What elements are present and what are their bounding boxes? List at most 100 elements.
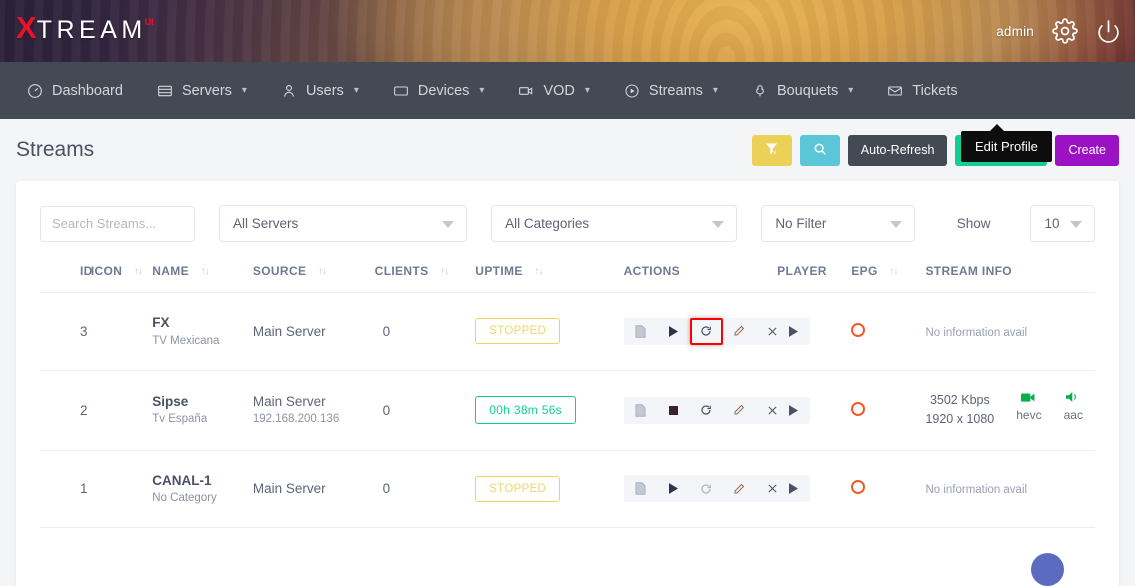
col-header-id[interactable]: ID ↑↓ — [40, 242, 91, 293]
categories-select-value: All Categories — [505, 216, 589, 231]
epg-status-icon[interactable] — [851, 480, 865, 494]
page-title: Streams — [16, 138, 94, 162]
nav-item-dashboard[interactable]: Dashboard — [10, 62, 140, 119]
envelope-icon — [887, 83, 903, 99]
file-icon[interactable] — [624, 318, 657, 345]
cell-clients: 0 — [375, 370, 476, 450]
table-header-row: ID ↑↓ ICON ↑↓ NAME ↑↓ SOURCE ↑↓ CLIENTS — [40, 242, 1095, 293]
pencil-icon[interactable] — [723, 475, 756, 502]
streams-table: ID ↑↓ ICON ↑↓ NAME ↑↓ SOURCE ↑↓ CLIENTS — [40, 242, 1095, 528]
col-header-stream-info: STREAM INFO — [925, 242, 1095, 293]
create-button[interactable]: Create — [1055, 135, 1119, 166]
col-label: EPG — [851, 264, 877, 278]
cell-icon — [91, 450, 152, 528]
nav-item-tickets[interactable]: Tickets — [870, 62, 974, 119]
cell-player — [777, 370, 851, 450]
cell-name: Sipse Tv España — [152, 370, 253, 450]
search-input[interactable] — [40, 206, 195, 242]
nav-item-servers[interactable]: Servers ▾ — [140, 62, 264, 119]
gear-icon[interactable] — [1052, 18, 1078, 44]
table-row: 1 CANAL-1 No Category Main Server 0 STOP… — [40, 450, 1095, 528]
col-header-epg[interactable]: EPG ↑↓ — [851, 242, 925, 293]
auto-refresh-button[interactable]: Auto-Refresh — [848, 135, 948, 166]
nav-item-vod[interactable]: VOD ▾ — [501, 62, 606, 119]
refresh-icon[interactable] — [690, 318, 723, 345]
pencil-icon[interactable] — [723, 318, 756, 345]
page-size-select[interactable]: 10 — [1030, 205, 1095, 242]
chevron-down-icon — [712, 221, 724, 228]
audio-codec-info: aac — [1064, 391, 1083, 422]
cell-player — [777, 293, 851, 371]
col-label: NAME — [152, 264, 189, 278]
sort-icon[interactable]: ↑↓ — [889, 266, 897, 277]
nav-item-devices[interactable]: Devices ▾ — [376, 62, 502, 119]
video-icon — [518, 83, 534, 99]
col-label: STREAM INFO — [925, 264, 1012, 278]
source-name: Main Server — [253, 479, 375, 499]
video-camera-icon — [1021, 391, 1036, 406]
col-header-source[interactable]: SOURCE ↑↓ — [253, 242, 375, 293]
col-label: UPTIME — [475, 264, 522, 278]
resolution-value: 1920 x 1080 — [925, 410, 994, 429]
chevron-down-icon: ▾ — [354, 85, 359, 96]
search-icon — [813, 142, 827, 159]
edit-profile-tooltip: Edit Profile — [961, 131, 1052, 162]
page-size-value: 10 — [1044, 216, 1059, 231]
filter-remove-icon: x — [764, 141, 779, 159]
table-row: 3 FX TV Mexicana Main Server 0 STOPPED — [40, 293, 1095, 371]
cell-id: 2 — [40, 370, 91, 450]
col-header-clients[interactable]: CLIENTS ↑↓ — [375, 242, 476, 293]
device-icon — [393, 83, 409, 99]
col-header-uptime[interactable]: UPTIME ↑↓ — [475, 242, 623, 293]
nav-item-bouquets[interactable]: Bouquets ▾ — [735, 62, 870, 119]
cell-actions — [624, 293, 778, 371]
pencil-icon[interactable] — [723, 397, 756, 424]
col-label: SOURCE — [253, 264, 306, 278]
file-icon[interactable] — [624, 397, 657, 424]
nav-item-users[interactable]: Users ▾ — [264, 62, 376, 119]
play-icon[interactable] — [657, 475, 690, 502]
play-icon[interactable] — [657, 318, 690, 345]
cell-uptime: 00h 38m 56s — [475, 370, 623, 450]
sort-icon[interactable]: ↑↓ — [440, 266, 448, 277]
logo-x-letter: X — [16, 12, 37, 43]
player-play-button[interactable] — [777, 318, 810, 345]
sort-icon[interactable]: ↑↓ — [534, 266, 542, 277]
sort-icon[interactable]: ↑↓ — [134, 266, 142, 277]
scroll-top-button[interactable] — [1031, 553, 1064, 586]
epg-status-icon[interactable] — [851, 323, 865, 337]
col-label: ACTIONS — [624, 264, 680, 278]
chevron-down-icon: ▾ — [585, 85, 590, 96]
stop-icon[interactable] — [657, 397, 690, 424]
source-name: Main Server — [253, 392, 375, 412]
col-header-name[interactable]: NAME ↑↓ — [152, 242, 253, 293]
cell-clients: 0 — [375, 293, 476, 371]
player-play-button[interactable] — [777, 397, 810, 424]
file-icon[interactable] — [624, 475, 657, 502]
player-play-button[interactable] — [777, 475, 810, 502]
col-header-icon[interactable]: ICON ↑↓ — [91, 242, 152, 293]
col-label: ICON — [91, 264, 122, 278]
clients-count: 0 — [383, 481, 391, 496]
filter-select[interactable]: No Filter — [761, 205, 914, 242]
nav-item-streams[interactable]: Streams ▾ — [607, 62, 735, 119]
sort-icon[interactable]: ↑↓ — [201, 266, 209, 277]
stream-icon — [624, 83, 640, 99]
logo-superscript: UI — [145, 17, 154, 27]
clear-filter-button[interactable]: x — [752, 135, 792, 166]
cell-uptime: STOPPED — [475, 293, 623, 371]
epg-status-icon[interactable] — [851, 402, 865, 416]
table-body: 3 FX TV Mexicana Main Server 0 STOPPED — [40, 293, 1095, 528]
servers-select[interactable]: All Servers — [219, 205, 467, 242]
speaker-icon — [1066, 391, 1080, 406]
refresh-icon[interactable] — [690, 475, 723, 502]
table-head: ID ↑↓ ICON ↑↓ NAME ↑↓ SOURCE ↑↓ CLIENTS — [40, 242, 1095, 293]
power-icon[interactable] — [1096, 19, 1121, 44]
categories-select[interactable]: All Categories — [491, 205, 737, 242]
search-button[interactable] — [800, 135, 840, 166]
filter-select-value: No Filter — [775, 216, 826, 231]
refresh-icon[interactable] — [690, 397, 723, 424]
sort-icon[interactable]: ↑↓ — [318, 266, 326, 277]
cell-icon — [91, 370, 152, 450]
source-name: Main Server — [253, 322, 375, 342]
